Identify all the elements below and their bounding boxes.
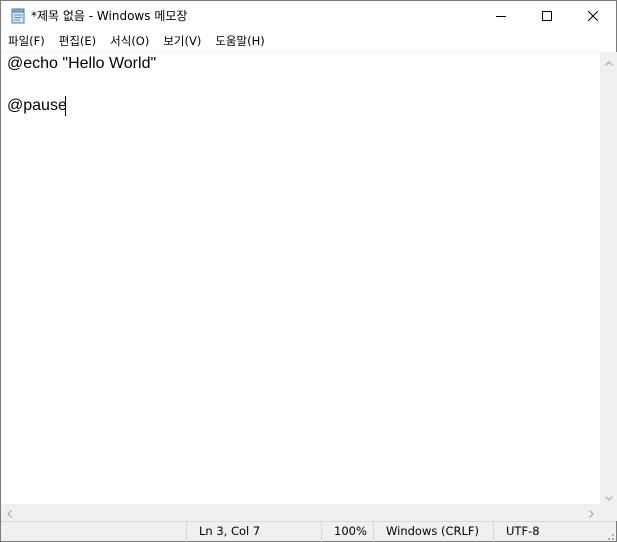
status-zoom: 100% — [321, 522, 373, 542]
minimize-button[interactable] — [478, 1, 524, 31]
chevron-down-icon — [604, 486, 613, 505]
editor-line: @echo "Hello World" — [7, 55, 157, 72]
menu-file[interactable]: 파일(F) — [1, 31, 52, 51]
menu-view[interactable]: 보기(V) — [156, 31, 208, 51]
chevron-left-icon — [7, 503, 12, 522]
menu-bar: 파일(F) 편집(E) 서식(O) 보기(V) 도움말(H) — [1, 31, 616, 51]
notepad-window: *제목 없음 - Windows 메모장 파일(F) 편집(E) 서식(O) 보… — [0, 0, 617, 542]
vertical-scrollbar[interactable] — [600, 52, 617, 504]
close-button[interactable] — [570, 1, 616, 31]
notepad-icon — [10, 8, 26, 24]
status-line-ending: Windows (CRLF) — [373, 522, 493, 542]
horizontal-scrollbar[interactable] — [1, 504, 600, 521]
scroll-right-button[interactable] — [583, 504, 600, 521]
scrollbar-corner — [600, 504, 617, 521]
text-caret — [65, 96, 66, 116]
close-icon — [588, 11, 598, 21]
scroll-down-button[interactable] — [600, 487, 617, 504]
maximize-icon — [542, 11, 552, 21]
chevron-up-icon — [604, 51, 613, 70]
maximize-button[interactable] — [524, 1, 570, 31]
status-bar: Ln 3, Col 7 100% Windows (CRLF) UTF-8 — [1, 521, 616, 542]
menu-format[interactable]: 서식(O) — [103, 31, 156, 51]
status-cursor-position: Ln 3, Col 7 — [186, 522, 321, 542]
minimize-icon — [496, 11, 506, 21]
status-encoding: UTF-8 — [493, 522, 616, 542]
resize-grip-icon[interactable] — [604, 529, 614, 540]
scroll-left-button[interactable] — [1, 504, 18, 521]
scroll-up-button[interactable] — [600, 52, 617, 69]
menu-edit[interactable]: 편집(E) — [52, 31, 103, 51]
window-title: *제목 없음 - Windows 메모장 — [31, 9, 188, 23]
title-bar[interactable]: *제목 없음 - Windows 메모장 — [1, 1, 616, 31]
chevron-right-icon — [589, 503, 594, 522]
menu-help[interactable]: 도움말(H) — [208, 31, 271, 51]
text-editor[interactable]: @echo "Hello World" @pause — [1, 52, 600, 504]
editor-line: @pause — [7, 97, 67, 114]
